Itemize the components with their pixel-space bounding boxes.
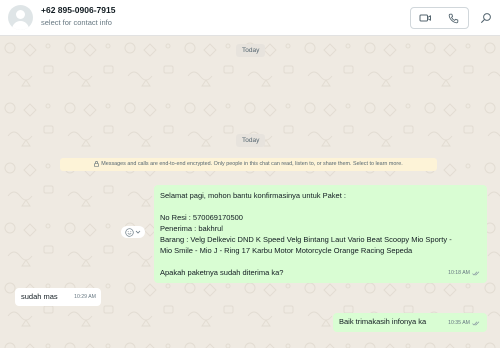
message-text-line: Barang : Velg Delkevic DND K Speed Velg …	[160, 235, 452, 244]
encryption-notice-text: Messages and calls are end-to-end encryp…	[101, 161, 403, 167]
message-time: 10:35 AM	[448, 320, 470, 326]
contact-avatar[interactable]	[8, 5, 33, 30]
outgoing-message[interactable]: Selamat pagi, mohon bantu konfirmasinya …	[154, 185, 487, 283]
contact-info-hint[interactable]: select for contact info	[41, 18, 112, 27]
video-camera-icon	[419, 14, 431, 22]
message-meta: 10:18 AM	[448, 268, 481, 279]
chat-header: +62 895-0906-7915 select for contact inf…	[0, 0, 500, 36]
chevron-down-icon	[135, 230, 141, 234]
message-meta: 10:29 AM	[74, 292, 96, 303]
message-text-line: Mio Smile - Mio J - Ring 17 Karbu Motor …	[160, 246, 413, 255]
date-divider: Today	[236, 44, 266, 57]
contact-name[interactable]: +62 895-0906-7915	[41, 5, 115, 15]
search-button[interactable]	[478, 10, 494, 26]
message-text-line: Apakah paketnya sudah diterima ka?	[160, 268, 284, 277]
voice-call-button[interactable]	[440, 8, 469, 28]
message-time: 10:18 AM	[448, 270, 470, 276]
react-button[interactable]	[121, 226, 145, 238]
message-text-line	[160, 201, 481, 212]
double-check-icon	[472, 321, 480, 326]
video-call-button[interactable]	[411, 8, 440, 28]
search-icon	[481, 13, 491, 23]
phone-icon	[448, 13, 459, 23]
message-meta: 10:35 AM	[448, 318, 481, 329]
message-text-line	[160, 256, 481, 267]
lock-icon	[94, 160, 100, 167]
incoming-message[interactable]: sudah mas 10:29 AM	[15, 288, 101, 306]
message-text-line: Penerima : bakhrul	[160, 224, 223, 233]
encryption-notice[interactable]: Messages and calls are end-to-end encryp…	[60, 158, 437, 171]
double-check-icon	[472, 271, 480, 276]
message-time: 10:29 AM	[74, 294, 96, 300]
message-text-line: No Resi : 570069170500	[160, 213, 243, 222]
date-divider: Today	[236, 134, 266, 147]
message-text-line: Selamat pagi, mohon bantu konfirmasinya …	[160, 191, 346, 200]
message-pane[interactable]: Today Today Messages and calls are end-t…	[0, 36, 500, 348]
call-buttons	[410, 7, 469, 29]
outgoing-message[interactable]: Baik trimakasih infonya ka 10:35 AM	[333, 313, 487, 332]
smiley-icon	[125, 227, 134, 237]
